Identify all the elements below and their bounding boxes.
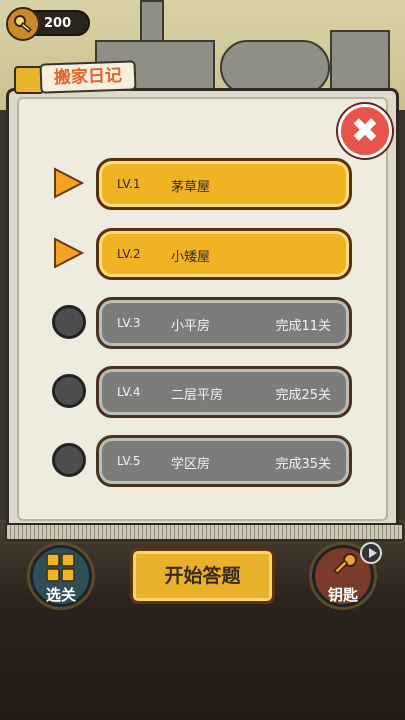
level-bar[interactable]: LV.4 二层平房 完成25关 <box>96 366 352 418</box>
level-name: 茅草屋 <box>171 180 211 195</box>
level-bar[interactable]: LV.2 小矮屋 <box>96 228 352 280</box>
title-tab: 搬家日记 <box>39 60 137 94</box>
book-page-edge <box>5 523 404 541</box>
level-row[interactable]: LV.5 学区房 完成35关 <box>52 435 352 487</box>
level-bar[interactable]: LV.3 小平房 完成11关 <box>96 297 352 349</box>
start-quiz-label: 开始答题 <box>164 565 241 587</box>
level-name: 小矮屋 <box>171 250 211 265</box>
level-bar[interactable]: LV.1 茅草屋 <box>96 158 352 210</box>
level-row[interactable]: LV.3 小平房 完成11关 <box>52 297 352 349</box>
page-title: 搬家日记 <box>53 65 123 89</box>
level-number: LV.3 <box>117 316 141 330</box>
level-number: LV.5 <box>117 454 141 468</box>
play-icon[interactable] <box>360 542 382 564</box>
key-counter: 200 <box>6 7 90 41</box>
level-bar[interactable]: LV.5 学区房 完成35关 <box>96 435 352 487</box>
level-number: LV.1 <box>117 177 141 191</box>
start-quiz-button[interactable]: 开始答题 <box>130 548 275 604</box>
level-row[interactable]: LV.4 二层平房 完成25关 <box>52 366 352 418</box>
close-button[interactable]: ✖ <box>338 104 392 158</box>
key-icon <box>6 7 40 41</box>
level-number: LV.4 <box>117 385 141 399</box>
level-number: LV.2 <box>117 247 141 261</box>
grid-icon <box>46 553 75 582</box>
keys-label: 钥匙 <box>327 586 358 604</box>
key-count: 200 <box>44 16 72 31</box>
key-icon <box>333 553 357 575</box>
level-name: 小平房 <box>171 319 211 334</box>
select-level-label: 选关 <box>45 586 76 604</box>
play-arrow-icon <box>52 237 84 269</box>
level-requirement: 完成35关 <box>275 457 331 472</box>
close-icon: ✖ <box>350 111 380 151</box>
level-row[interactable]: LV.1 茅草屋 <box>52 158 352 210</box>
factory-tank <box>220 40 330 95</box>
level-requirement: 完成25关 <box>275 388 331 403</box>
level-requirement: 完成11关 <box>275 319 331 334</box>
level-name: 学区房 <box>171 457 211 472</box>
level-row[interactable]: LV.2 小矮屋 <box>52 228 352 280</box>
play-arrow-icon <box>52 167 84 199</box>
level-name: 二层平房 <box>171 388 224 403</box>
locked-dot-icon <box>52 443 86 477</box>
select-level-button[interactable]: 选关 <box>30 545 92 607</box>
locked-dot-icon <box>52 374 86 408</box>
locked-dot-icon <box>52 305 86 339</box>
